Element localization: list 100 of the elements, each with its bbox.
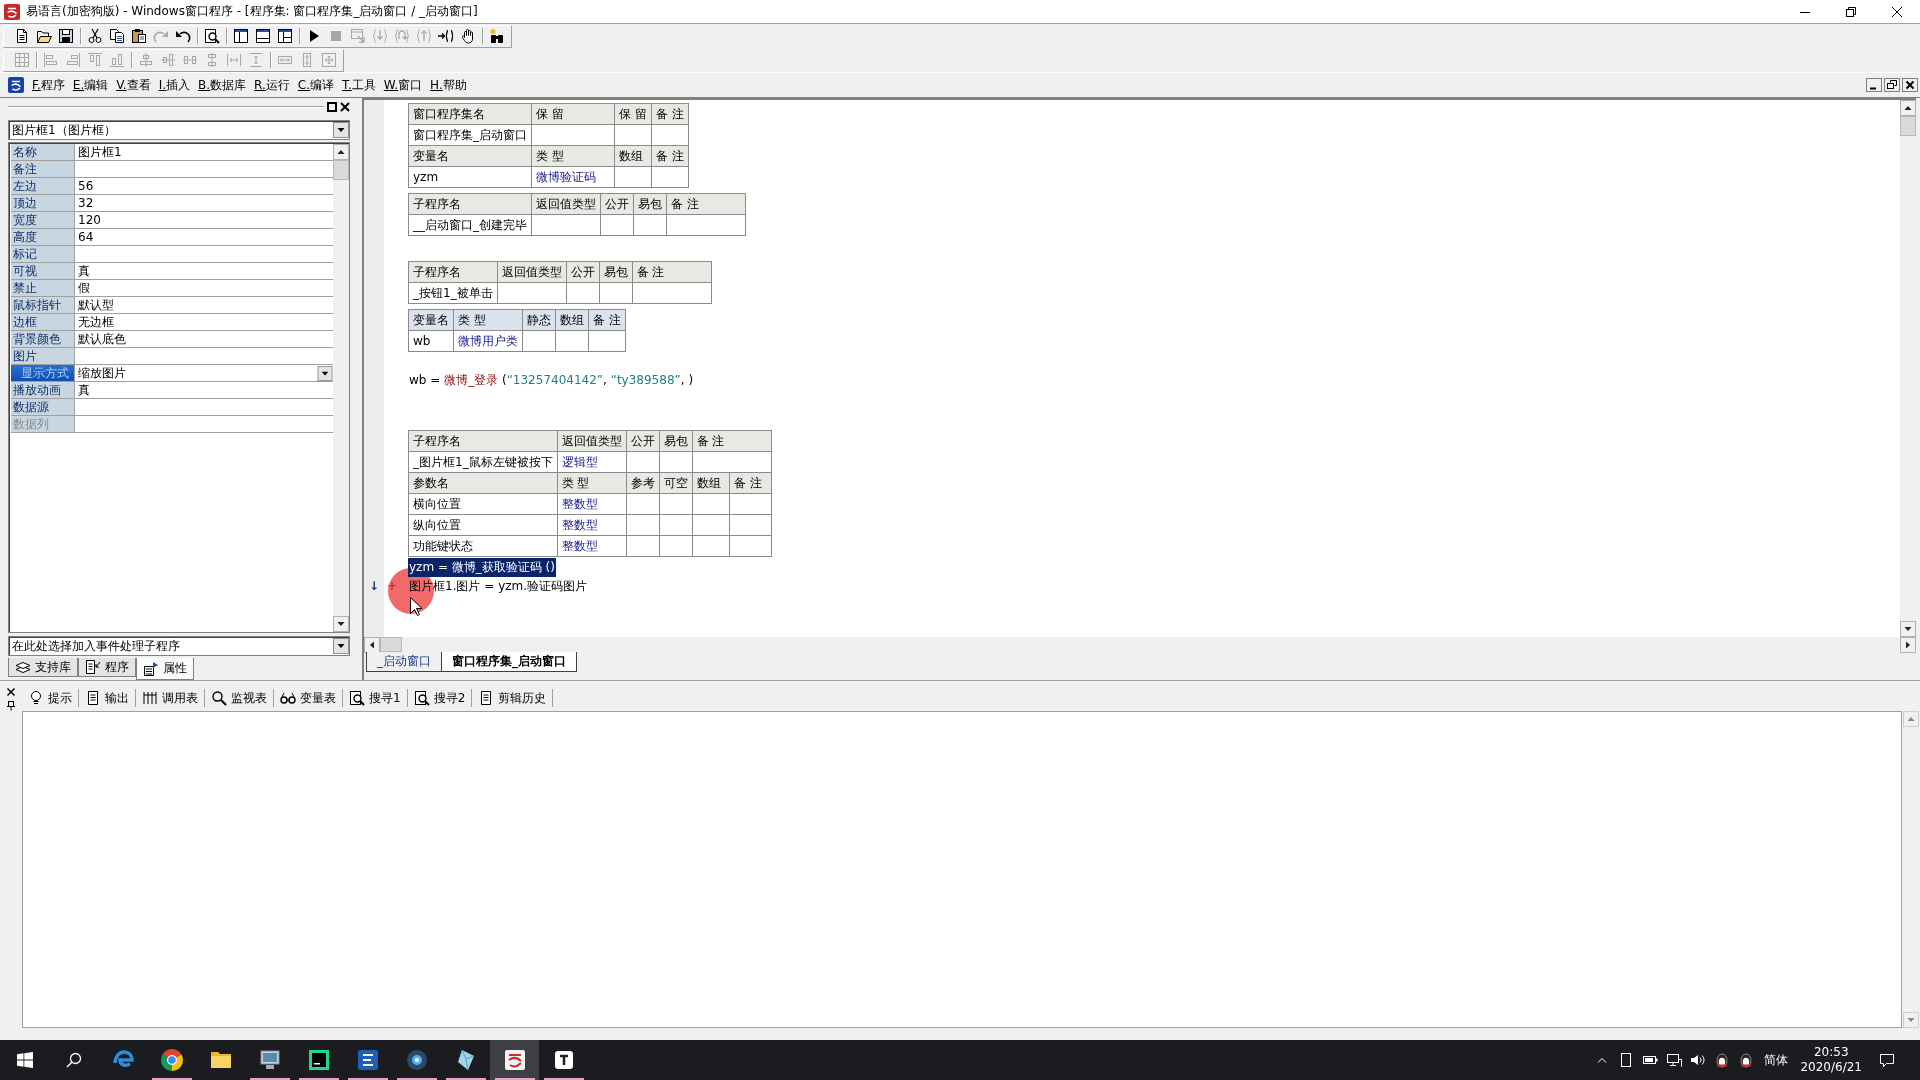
chevron-up-icon[interactable] <box>1597 1057 1608 1063</box>
lines-tile-icon[interactable] <box>355 1048 380 1072</box>
menu-item[interactable]: E.编辑 <box>68 76 113 94</box>
menu-item[interactable]: I.插入 <box>154 76 195 94</box>
menu-item[interactable]: B.数据库 <box>194 76 251 94</box>
close-icon[interactable] <box>6 687 16 697</box>
property-name[interactable]: 显示方式 <box>11 365 75 381</box>
property-value[interactable]: 56 <box>75 178 333 194</box>
penguin-icon[interactable] <box>1738 1052 1755 1068</box>
panel-tab[interactable]: 程序 <box>78 658 136 677</box>
scroll-thumb[interactable] <box>333 160 349 180</box>
start-icon[interactable] <box>16 1052 33 1068</box>
binoculars-icon[interactable] <box>489 28 505 44</box>
property-name[interactable]: 宽度 <box>11 212 75 228</box>
hand-icon[interactable] <box>460 28 476 44</box>
folder-icon[interactable] <box>36 28 52 44</box>
menu-item[interactable]: C.编译 <box>293 76 339 94</box>
curved-arrow-icon[interactable] <box>175 28 191 44</box>
property-name[interactable]: 禁止 <box>11 280 75 296</box>
property-value[interactable]: 32 <box>75 195 333 211</box>
property-value[interactable]: 默认底色 <box>75 331 333 347</box>
property-value[interactable]: 64 <box>75 229 333 245</box>
arrow-braces-icon[interactable] <box>438 28 454 44</box>
panel-tab[interactable]: 调用表 <box>136 689 205 707</box>
scroll-thumb[interactable] <box>1900 116 1916 136</box>
event-dropdown[interactable]: 在此处选择加入事件处理子程序 <box>8 636 350 656</box>
vertical-scrollbar[interactable] <box>333 144 349 632</box>
property-name[interactable]: 播放动画 <box>11 382 75 398</box>
panel-tab[interactable]: 变量表 <box>274 689 343 707</box>
panel-tab[interactable]: 属性 <box>136 658 194 680</box>
panel-tab[interactable]: 监视表 <box>205 689 274 707</box>
property-name[interactable]: 鼠标指针 <box>11 297 75 313</box>
message-icon[interactable] <box>1879 1052 1895 1068</box>
caret-icon[interactable] <box>333 122 349 138</box>
scroll-down-button[interactable] <box>333 616 349 632</box>
panel-tab[interactable]: 搜寻1 <box>343 689 408 707</box>
pages-icon[interactable] <box>109 28 125 44</box>
scroll-right-button[interactable] <box>1900 637 1916 653</box>
minimize-button[interactable] <box>1866 78 1882 92</box>
property-name[interactable]: 可视 <box>11 263 75 279</box>
panel-tab[interactable]: 支持库 <box>8 658 78 677</box>
scroll-up-button[interactable] <box>333 144 349 160</box>
window-layout-icon[interactable] <box>255 28 271 44</box>
vertical-scrollbar[interactable] <box>1900 100 1916 637</box>
taskbar-button[interactable] <box>490 1040 539 1080</box>
horizontal-scrollbar[interactable] <box>364 637 1916 652</box>
property-value[interactable]: 真 <box>75 382 333 398</box>
property-name[interactable]: 顶边 <box>11 195 75 211</box>
object-dropdown[interactable]: 图片框1（图片框） <box>8 120 350 140</box>
property-value[interactable]: 真 <box>75 263 333 279</box>
menu-item[interactable]: V.查看 <box>112 76 155 94</box>
panel-tab[interactable]: 提示 <box>22 689 79 707</box>
editor-tab[interactable]: 窗口程序集_启动窗口 <box>441 652 577 672</box>
window-layout-icon[interactable] <box>233 28 249 44</box>
window-layout-icon[interactable] <box>277 28 293 44</box>
property-value[interactable]: 假 <box>75 280 333 296</box>
page-icon[interactable] <box>14 28 30 44</box>
maximize-icon[interactable] <box>327 102 337 112</box>
app-tile-icon[interactable] <box>306 1048 331 1072</box>
disc-icon[interactable] <box>404 1048 429 1072</box>
restore-icon[interactable] <box>1846 6 1856 17</box>
menu-item[interactable]: T.工具 <box>338 76 380 94</box>
computer-icon[interactable] <box>257 1048 282 1072</box>
close-icon[interactable] <box>340 102 350 112</box>
scroll-thumb[interactable] <box>380 637 402 652</box>
scissors-icon[interactable] <box>87 28 103 44</box>
editor-tab[interactable]: _启动窗口 <box>366 652 442 672</box>
panel-tab[interactable]: 剪辑历史 <box>472 689 554 707</box>
property-name[interactable]: 标记 <box>11 246 75 262</box>
caret-icon[interactable] <box>317 365 333 381</box>
menu-item[interactable]: W.窗口 <box>379 76 427 94</box>
property-name[interactable]: 边框 <box>11 314 75 330</box>
close-icon[interactable] <box>1892 6 1902 17</box>
property-value[interactable]: 缩放图片 <box>75 365 333 381</box>
pin-icon[interactable] <box>6 701 16 711</box>
caret-icon[interactable] <box>333 638 349 654</box>
page-magnifier-icon[interactable] <box>204 28 220 44</box>
panel-tab[interactable]: 搜寻2 <box>407 689 473 707</box>
property-name[interactable]: 高度 <box>11 229 75 245</box>
app-logo-icon[interactable] <box>502 1048 527 1072</box>
property-name[interactable]: 图片 <box>11 348 75 364</box>
property-name[interactable]: 背景颜色 <box>11 331 75 347</box>
penguin-icon[interactable] <box>1714 1052 1731 1068</box>
input-method-indicator[interactable]: 简体 <box>1758 1051 1795 1069</box>
scroll-down-button[interactable] <box>1900 621 1916 637</box>
network-icon[interactable] <box>1666 1052 1683 1068</box>
segmented-circle-icon[interactable] <box>159 1048 184 1072</box>
menu-item[interactable]: H.帮助 <box>426 76 471 94</box>
clock-time[interactable]: 20:53 <box>1813 1045 1849 1060</box>
clipboard-icon[interactable] <box>131 28 147 44</box>
property-value[interactable]: 无边框 <box>75 314 333 330</box>
property-name[interactable]: 备注 <box>11 161 75 177</box>
property-value[interactable]: 图片框1 <box>75 144 333 160</box>
property-value[interactable]: 默认型 <box>75 297 333 313</box>
property-value[interactable]: 120 <box>75 212 333 228</box>
property-name[interactable]: 左边 <box>11 178 75 194</box>
panel-tab[interactable]: 输出 <box>79 689 136 707</box>
property-name[interactable]: 名称 <box>11 144 75 160</box>
property-name[interactable]: 数据源 <box>11 399 75 415</box>
menu-item[interactable]: R.运行 <box>250 76 294 94</box>
